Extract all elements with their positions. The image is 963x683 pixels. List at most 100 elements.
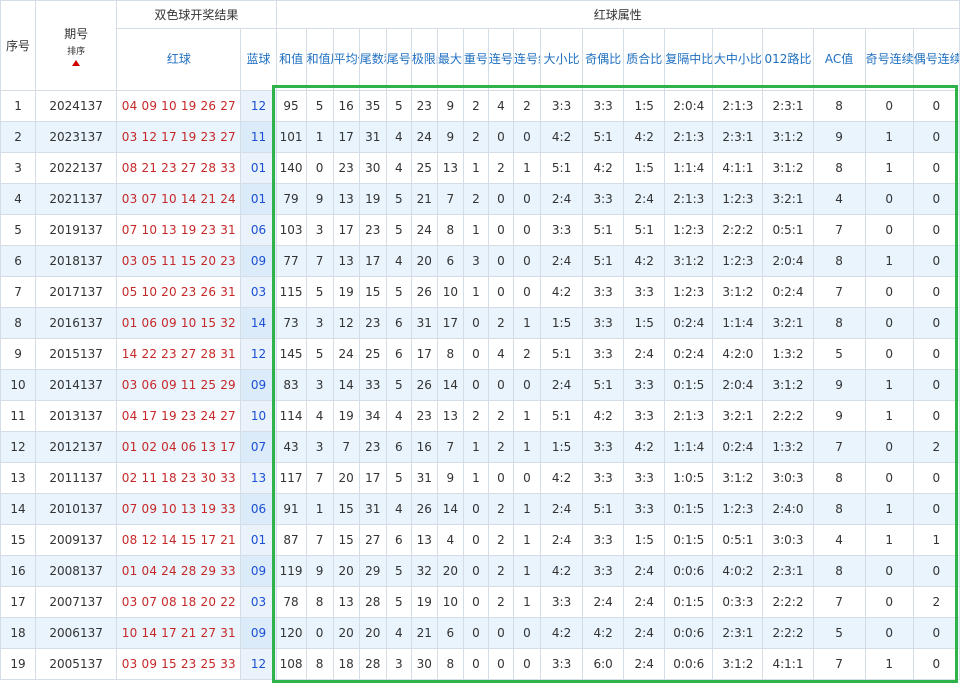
attr-cell-15: 3:2:1 xyxy=(762,307,814,339)
attr-cell-10: 1:5 xyxy=(540,307,584,339)
results-table: 序号 期号 排序 双色球开奖结果 红球属性 红球 蓝球 和值和值尾数平均值尾数和… xyxy=(0,0,961,680)
attr-cell-10: 2:4 xyxy=(540,524,584,556)
attr-cell-4: 5 xyxy=(385,214,412,246)
attr-cell-18: 0 xyxy=(912,338,961,370)
attr-cell-1: 4 xyxy=(305,400,334,432)
attribute-group-header: 红球属性 xyxy=(275,0,961,29)
attr-cell-4: 4 xyxy=(385,121,412,153)
attr-cell-0: 119 xyxy=(275,555,307,587)
attr-cell-14: 3:1:2 xyxy=(712,276,764,308)
attr-cell-9: 0 xyxy=(512,462,542,494)
blue-ball-cell: 12 xyxy=(240,648,277,680)
attr-cell-14: 1:2:3 xyxy=(712,183,764,215)
period-cell: 2006137 xyxy=(35,617,118,649)
attr-cell-2: 13 xyxy=(332,245,360,277)
attr-cell-14: 2:1:3 xyxy=(712,90,764,122)
attr-cell-8: 2 xyxy=(487,400,514,432)
attr-cell-13: 3:1:2 xyxy=(664,245,714,277)
attr-cell-3: 28 xyxy=(358,648,387,680)
attr-cell-9: 0 xyxy=(512,276,542,308)
attr-cell-16: 8 xyxy=(812,245,866,277)
seq-cell: 9 xyxy=(0,338,37,370)
period-cell: 2022137 xyxy=(35,152,118,184)
attr-header-5: 极限间距 xyxy=(410,28,438,91)
attr-header-12: 质合比 xyxy=(623,28,666,91)
attr-cell-6: 10 xyxy=(436,276,464,308)
table-row: 15 2009137 08 12 14 15 17 21 01 87 7 15 27 6 13 4 0… xyxy=(0,524,961,556)
attr-cell-18: 0 xyxy=(912,90,961,122)
attr-cell-9: 0 xyxy=(512,369,542,401)
attr-cell-11: 5:1 xyxy=(582,245,625,277)
attr-cell-17: 0 xyxy=(864,90,914,122)
attr-cell-5: 24 xyxy=(410,214,438,246)
attr-cell-7: 3 xyxy=(462,245,489,277)
sort-link[interactable]: 排序 xyxy=(37,46,116,58)
attr-cell-4: 5 xyxy=(385,276,412,308)
attr-cell-16: 4 xyxy=(812,183,866,215)
attr-cell-9: 2 xyxy=(512,90,542,122)
attr-cell-12: 4:2 xyxy=(623,245,666,277)
attr-cell-3: 25 xyxy=(358,338,387,370)
attr-cell-8: 0 xyxy=(487,462,514,494)
attr-cell-17: 0 xyxy=(864,276,914,308)
blue-ball-cell: 03 xyxy=(240,276,277,308)
attr-cell-0: 91 xyxy=(275,493,307,525)
attr-cell-3: 27 xyxy=(358,524,387,556)
attr-cell-13: 1:1:4 xyxy=(664,431,714,463)
attr-cell-5: 17 xyxy=(410,338,438,370)
attr-cell-16: 7 xyxy=(812,276,866,308)
table-row: 3 2022137 08 21 23 27 28 33 01 140 0 23 30 4 25 13… xyxy=(0,152,961,184)
attr-cell-11: 3:3 xyxy=(582,307,625,339)
attr-cell-18: 0 xyxy=(912,152,961,184)
attr-cell-10: 2:4 xyxy=(540,245,584,277)
attr-cell-14: 1:2:3 xyxy=(712,493,764,525)
attr-cell-3: 31 xyxy=(358,121,387,153)
attr-cell-5: 19 xyxy=(410,586,438,618)
red-balls-cell: 03 06 09 11 25 29 xyxy=(116,369,242,401)
attr-cell-15: 0:2:4 xyxy=(762,276,814,308)
attr-cell-14: 1:2:3 xyxy=(712,245,764,277)
table-row: 9 2015137 14 22 23 27 28 31 12 145 5 24 25 6 17 8 0… xyxy=(0,338,961,370)
attr-cell-9: 0 xyxy=(512,183,542,215)
attr-cell-6: 8 xyxy=(436,338,464,370)
attr-header-1: 和值尾数 xyxy=(305,28,334,91)
seq-header: 序号 xyxy=(0,0,37,91)
attr-cell-1: 1 xyxy=(305,121,334,153)
attr-cell-13: 0:0:6 xyxy=(664,617,714,649)
attr-cell-8: 0 xyxy=(487,121,514,153)
attr-cell-16: 8 xyxy=(812,90,866,122)
attr-cell-15: 2:2:2 xyxy=(762,400,814,432)
attr-cell-8: 0 xyxy=(487,245,514,277)
attr-cell-10: 2:4 xyxy=(540,369,584,401)
attr-cell-13: 0:1:5 xyxy=(664,369,714,401)
attr-cell-7: 2 xyxy=(462,183,489,215)
attr-cell-14: 2:0:4 xyxy=(712,369,764,401)
attr-cell-5: 23 xyxy=(410,90,438,122)
attr-cell-4: 4 xyxy=(385,152,412,184)
attr-cell-16: 9 xyxy=(812,121,866,153)
attr-cell-14: 0:3:3 xyxy=(712,586,764,618)
attr-header-14: 大中小比 xyxy=(712,28,764,91)
attr-cell-11: 3:3 xyxy=(582,338,625,370)
attr-cell-3: 15 xyxy=(358,276,387,308)
red-balls-cell: 03 07 10 14 21 24 xyxy=(116,183,242,215)
attr-cell-12: 2:4 xyxy=(623,183,666,215)
sort-arrow-icon[interactable] xyxy=(72,60,81,66)
attr-cell-13: 1:2:3 xyxy=(664,276,714,308)
attr-cell-7: 0 xyxy=(462,617,489,649)
attr-cell-11: 3:3 xyxy=(582,90,625,122)
attr-cell-16: 7 xyxy=(812,648,866,680)
attr-cell-1: 1 xyxy=(305,493,334,525)
seq-cell: 11 xyxy=(0,400,37,432)
attr-cell-7: 0 xyxy=(462,338,489,370)
blue-ball-cell: 07 xyxy=(240,431,277,463)
attr-cell-15: 2:2:2 xyxy=(762,586,814,618)
attr-cell-7: 1 xyxy=(462,431,489,463)
red-balls-cell: 10 14 17 21 27 31 xyxy=(116,617,242,649)
attr-cell-5: 31 xyxy=(410,307,438,339)
period-cell: 2021137 xyxy=(35,183,118,215)
attr-cell-6: 13 xyxy=(436,152,464,184)
table-body: 1 2024137 04 09 10 19 26 27 12 95 5 16 35 5 23 9 2 4… xyxy=(0,90,961,680)
attr-cell-9: 0 xyxy=(512,214,542,246)
period-cell: 2018137 xyxy=(35,245,118,277)
